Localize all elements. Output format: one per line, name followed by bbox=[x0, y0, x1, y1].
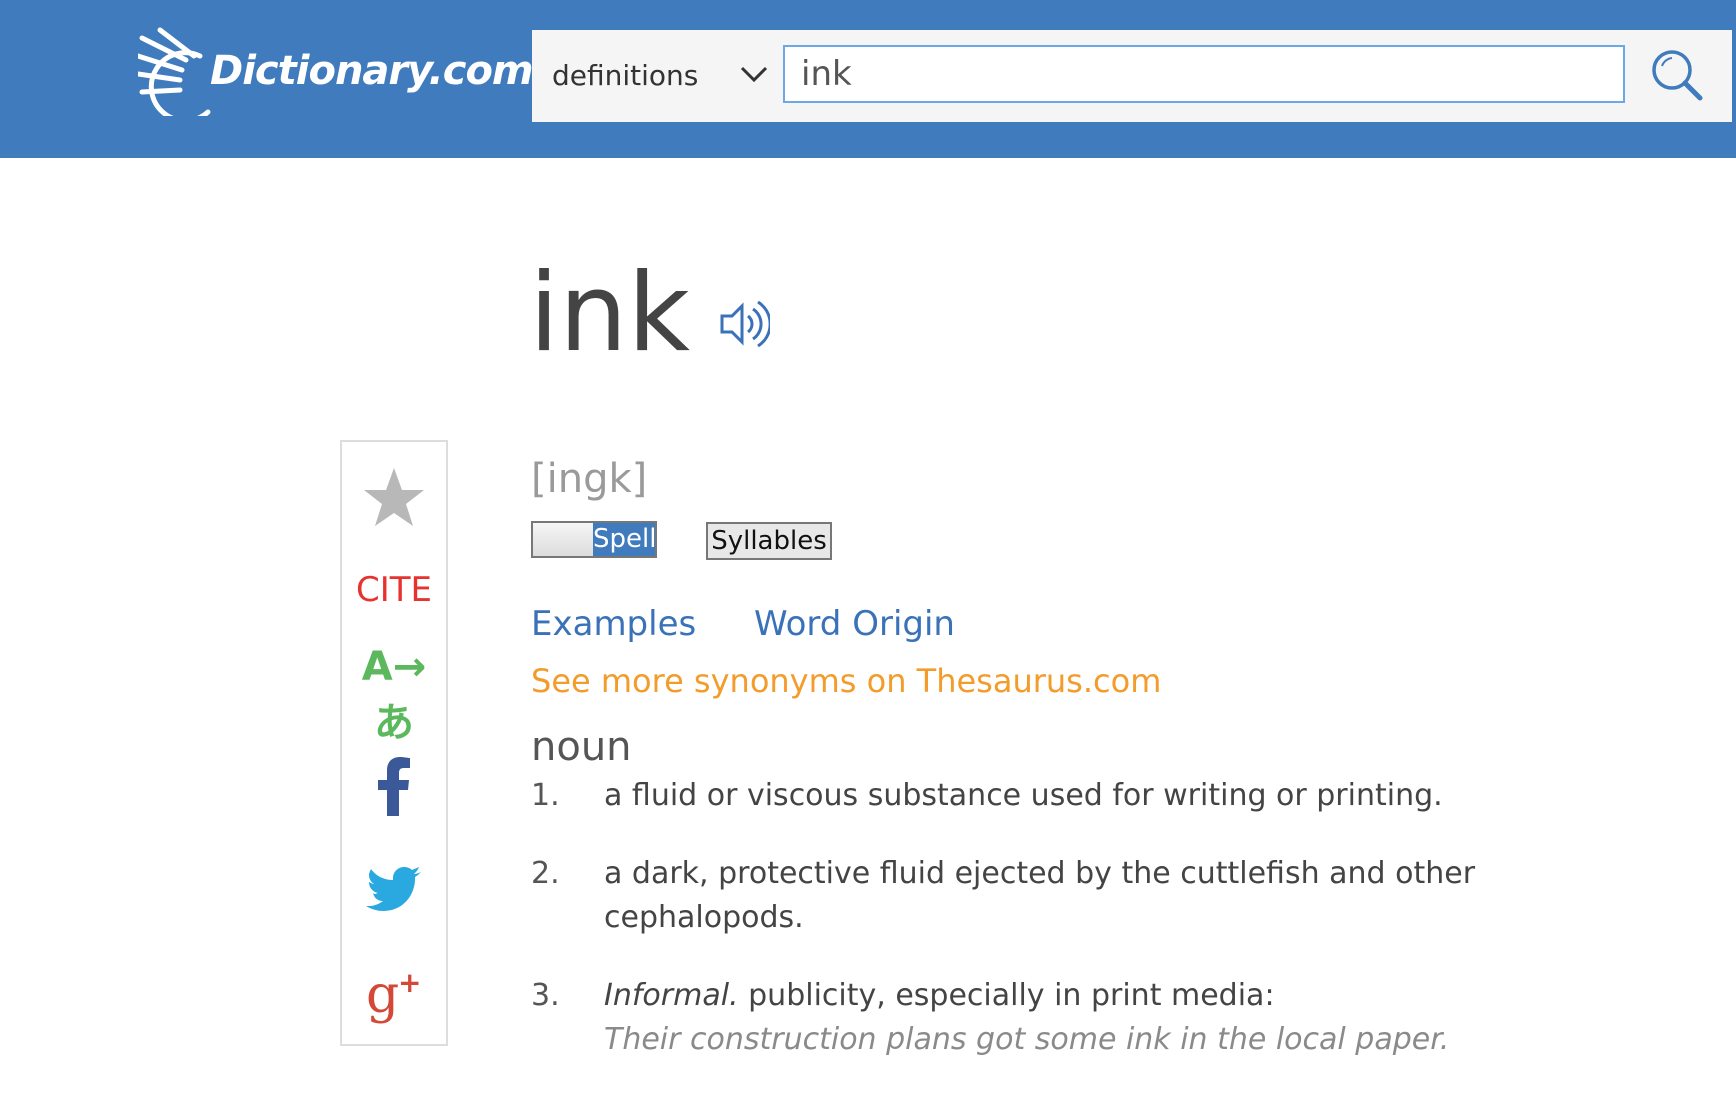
dictionary-logo[interactable]: Dictionary.com bbox=[138, 26, 534, 116]
svg-text:+: + bbox=[398, 968, 421, 999]
search-mode-select[interactable]: definitions bbox=[552, 30, 698, 122]
definition-item: Informal. publicity, especially in print… bbox=[604, 974, 1504, 1062]
spell-toggle[interactable]: Spell bbox=[531, 521, 657, 558]
star-icon bbox=[364, 468, 424, 526]
google-plus-icon: g + bbox=[366, 965, 421, 1025]
facebook-share-button[interactable] bbox=[342, 756, 446, 818]
syllables-button[interactable]: Syllables bbox=[706, 522, 832, 560]
search-input[interactable] bbox=[783, 45, 1625, 103]
definition-number: 2. bbox=[531, 856, 560, 891]
pronunciation: [ingk] bbox=[531, 456, 648, 502]
chevron-down-icon[interactable] bbox=[738, 58, 770, 90]
tab-examples[interactable]: Examples bbox=[531, 604, 696, 644]
cite-button[interactable]: CITE bbox=[342, 570, 446, 610]
definition-number: 3. bbox=[531, 978, 560, 1013]
logo-text: Dictionary.com bbox=[210, 48, 534, 94]
twitter-icon bbox=[366, 867, 421, 911]
definition-text: publicity, especially in print media: bbox=[748, 978, 1275, 1013]
spell-toggle-label: Spell bbox=[593, 523, 657, 556]
search-icon[interactable] bbox=[1648, 46, 1706, 104]
definition-number: 1. bbox=[531, 778, 560, 813]
part-of-speech: noun bbox=[531, 724, 632, 770]
svg-text:g: g bbox=[366, 968, 399, 1025]
google-plus-share-button[interactable]: g + bbox=[342, 965, 446, 1032]
translate-button[interactable]: A→あ bbox=[342, 644, 446, 748]
speaker-icon[interactable] bbox=[720, 296, 770, 352]
search-bar: definitions bbox=[532, 30, 1732, 122]
twitter-share-button[interactable] bbox=[342, 866, 446, 922]
tab-word-origin[interactable]: Word Origin bbox=[754, 604, 955, 644]
entry-word-title: ink bbox=[529, 251, 690, 376]
facebook-icon bbox=[378, 757, 410, 816]
thesaurus-link[interactable]: See more synonyms on Thesaurus.com bbox=[531, 662, 1161, 700]
logo-rays-icon bbox=[138, 27, 211, 116]
definition-text: a fluid or viscous substance used for wr… bbox=[604, 778, 1443, 813]
favorite-button[interactable] bbox=[342, 466, 446, 534]
share-panel: CITE A→あ g + bbox=[340, 440, 448, 1046]
definition-text: a dark, protective fluid ejected by the … bbox=[604, 856, 1476, 935]
usage-label: Informal. bbox=[604, 978, 739, 1013]
usage-example: Their construction plans got some ink in… bbox=[604, 1022, 1450, 1057]
toggle-knob bbox=[533, 523, 593, 556]
site-header: Dictionary.com definitions bbox=[0, 0, 1736, 158]
